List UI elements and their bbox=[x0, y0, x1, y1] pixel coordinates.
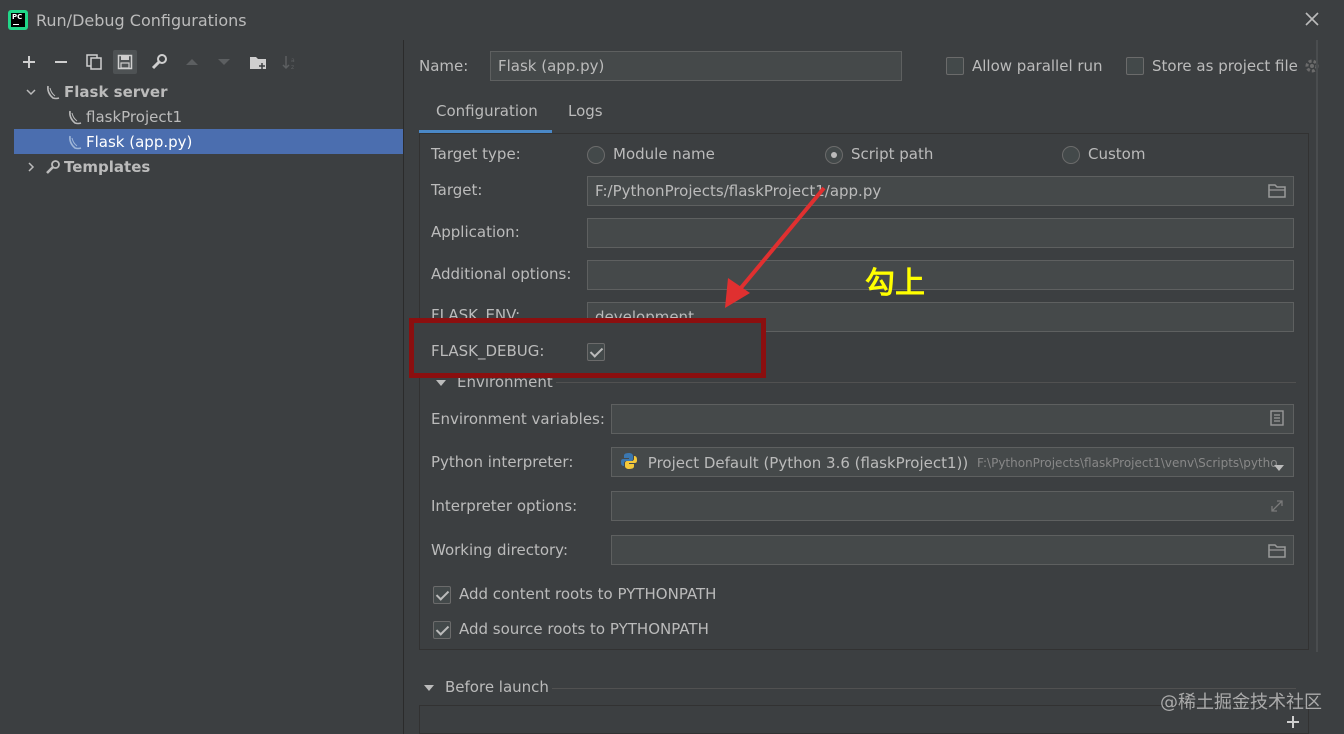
application-label: Application: bbox=[431, 223, 520, 241]
tree-item-label: Flask (app.py) bbox=[86, 132, 193, 151]
add-source-roots-label: Add source roots to PYTHONPATH bbox=[459, 620, 709, 638]
additional-options-label: Additional options: bbox=[431, 265, 572, 283]
new-folder-icon[interactable] bbox=[246, 50, 270, 74]
store-as-project-file-checkbox[interactable] bbox=[1126, 57, 1144, 75]
annotation-arrow bbox=[725, 186, 826, 308]
working-directory-label: Working directory: bbox=[431, 541, 569, 559]
tree-group-flask-server[interactable]: Flask server bbox=[14, 79, 403, 104]
add-icon[interactable] bbox=[17, 50, 41, 74]
module-name-label: Module name bbox=[613, 145, 715, 163]
working-directory-input[interactable] bbox=[611, 535, 1294, 565]
name-label: Name: bbox=[419, 57, 469, 75]
module-name-radio[interactable] bbox=[587, 146, 605, 164]
tree-item-label: flaskProject1 bbox=[86, 107, 183, 126]
annotation-text: 勾上 bbox=[865, 266, 925, 301]
tab-logs[interactable]: Logs bbox=[568, 102, 603, 120]
application-input[interactable] bbox=[587, 218, 1294, 248]
flask-icon bbox=[64, 109, 86, 125]
collapse-triangle-icon[interactable] bbox=[436, 380, 446, 386]
expand-chevron-icon[interactable] bbox=[20, 161, 42, 173]
sort-icon[interactable]: az bbox=[278, 50, 302, 74]
python-interpreter-label: Python interpreter: bbox=[431, 453, 574, 471]
close-icon[interactable] bbox=[1302, 9, 1322, 29]
wrench-icon bbox=[42, 159, 64, 175]
expand-icon[interactable] bbox=[1270, 499, 1284, 517]
add-source-roots-checkbox[interactable] bbox=[433, 621, 451, 639]
configuration-panel bbox=[419, 134, 1309, 650]
add-task-icon[interactable] bbox=[1285, 714, 1301, 734]
section-divider bbox=[556, 382, 1296, 383]
add-content-roots-checkbox[interactable] bbox=[433, 586, 451, 604]
collapse-triangle-icon[interactable] bbox=[424, 685, 434, 691]
tree-item-flaskproject1[interactable]: flaskProject1 bbox=[14, 104, 403, 129]
remove-icon[interactable] bbox=[49, 50, 73, 74]
tree-templates-label: Templates bbox=[64, 157, 151, 176]
folder-icon[interactable] bbox=[1268, 183, 1286, 202]
before-launch-title: Before launch bbox=[445, 678, 549, 696]
wrench-icon[interactable] bbox=[147, 50, 171, 74]
tree-item-flask-app[interactable]: Flask (app.py) bbox=[14, 129, 403, 154]
move-down-icon[interactable] bbox=[212, 50, 236, 74]
env-vars-input[interactable] bbox=[611, 404, 1294, 434]
interpreter-options-label: Interpreter options: bbox=[431, 497, 578, 515]
allow-parallel-run-label: Allow parallel run bbox=[972, 57, 1103, 75]
custom-label: Custom bbox=[1088, 145, 1146, 163]
save-icon[interactable] bbox=[113, 50, 137, 74]
tree-group-label: Flask server bbox=[64, 82, 168, 101]
svg-text:a: a bbox=[291, 57, 295, 64]
name-input[interactable]: Flask (app.py) bbox=[490, 51, 902, 81]
svg-text:z: z bbox=[291, 64, 294, 70]
store-as-project-file-label: Store as project file bbox=[1152, 57, 1298, 75]
window-title: Run/Debug Configurations bbox=[36, 11, 247, 30]
dropdown-arrow-icon[interactable] bbox=[1273, 458, 1285, 476]
scrollbar[interactable] bbox=[1316, 40, 1318, 652]
add-content-roots-label: Add content roots to PYTHONPATH bbox=[459, 585, 717, 603]
target-type-label: Target type: bbox=[431, 145, 521, 163]
additional-options-input[interactable] bbox=[587, 260, 1294, 290]
pycharm-logo-icon: PC bbox=[8, 10, 28, 30]
tree-group-templates[interactable]: Templates bbox=[14, 154, 403, 179]
flask-icon bbox=[42, 84, 64, 100]
flask-icon bbox=[64, 134, 86, 150]
script-path-radio[interactable] bbox=[825, 146, 843, 164]
move-up-icon[interactable] bbox=[180, 50, 204, 74]
gear-icon[interactable] bbox=[1303, 57, 1321, 79]
interpreter-options-input[interactable] bbox=[611, 491, 1294, 521]
env-vars-label: Environment variables: bbox=[431, 410, 605, 428]
tab-configuration[interactable]: Configuration bbox=[436, 102, 538, 120]
copy-icon[interactable] bbox=[82, 50, 106, 74]
target-label: Target: bbox=[431, 181, 483, 199]
allow-parallel-run-checkbox[interactable] bbox=[946, 57, 964, 75]
watermark: @稀土掘金技术社区 bbox=[1160, 692, 1322, 713]
annotation-highlight-box bbox=[409, 318, 766, 378]
custom-radio[interactable] bbox=[1062, 146, 1080, 164]
expand-chevron-icon[interactable] bbox=[20, 86, 42, 98]
folder-icon[interactable] bbox=[1268, 543, 1286, 562]
edit-list-icon[interactable] bbox=[1270, 410, 1284, 430]
target-input[interactable]: F:/PythonProjects/flaskProject1/app.py bbox=[587, 176, 1294, 206]
python-interpreter-select[interactable]: Project Default (Python 3.6 (flaskProjec… bbox=[611, 447, 1294, 477]
script-path-label: Script path bbox=[851, 145, 934, 163]
python-icon bbox=[620, 452, 638, 474]
